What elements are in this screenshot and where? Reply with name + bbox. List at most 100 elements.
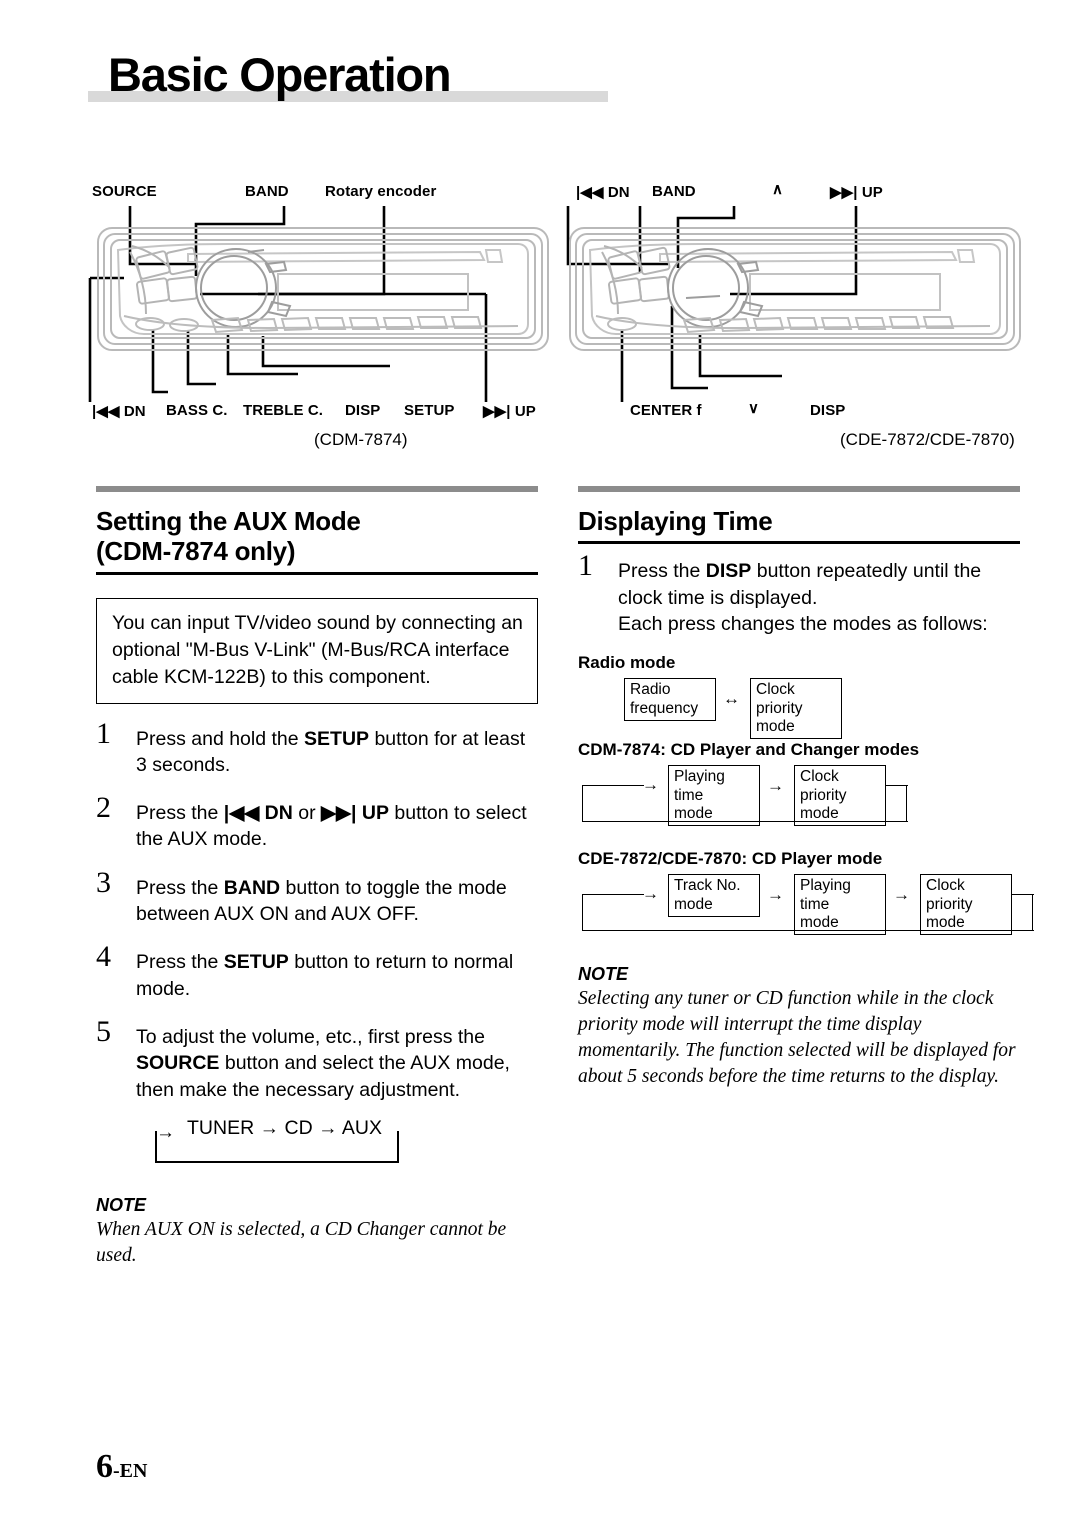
- flow-canvas: Radio frequency ↔ Clock priority mode: [578, 678, 1020, 740]
- callout-center-f: CENTER f: [630, 402, 702, 419]
- flow-box: Playing time mode: [794, 874, 886, 936]
- page-footer: 6-EN: [96, 1448, 147, 1486]
- right-heading-text: Displaying Time: [578, 506, 773, 536]
- flow-loop-right: [906, 785, 907, 822]
- left-unit-bottom-callouts: |◀◀ DN BASS C. TREBLE C. DISP SETUP ▶▶| …: [88, 402, 558, 428]
- step-emphasis: SETUP: [304, 727, 370, 750]
- flow-loop-entry: [582, 785, 644, 787]
- flow-loop-return: [886, 785, 908, 787]
- right-unit-bottom-callouts: CENTER f ∨ DISP: [560, 400, 1030, 428]
- callout-dn: |◀◀ DN: [92, 403, 146, 420]
- step-item: 5 To adjust the volume, etc., first press…: [96, 1017, 538, 1103]
- flow-loop-return: [1012, 894, 1034, 896]
- flow-arrow: →: [767, 885, 784, 905]
- step-emphasis: |◀◀ DN: [223, 802, 293, 825]
- flow-arrow: →: [893, 885, 910, 905]
- step-text: Press the SETUP button to return to norm…: [136, 951, 514, 1000]
- left-heading-line2: (CDM-7874 only): [96, 536, 296, 567]
- flow-group: CDE-7872/CDE-7870: CD Player mode Track N…: [578, 849, 1034, 942]
- mode-flow-diagrams: Radio mode Radio frequency ↔ Clock priority…: [578, 653, 1034, 942]
- step-item: 1 Press and hold the SETUP button for at …: [96, 718, 538, 779]
- flow-box: Clock priority mode: [920, 874, 1012, 936]
- step-text: Press the BAND button to toggle the mode…: [136, 876, 507, 926]
- displaying-time-steps-list: 1 Press the DISP button repeatedly until …: [578, 551, 1020, 637]
- flow-box: Playing time mode: [668, 765, 760, 827]
- callout-setup: SETUP: [404, 402, 455, 419]
- aux-info-box: You can input TV/video sound by connecti…: [96, 597, 538, 704]
- flow-arrow: ↔: [723, 689, 740, 709]
- left-unit-top-callouts: SOURCE BAND Rotary encoder: [88, 180, 558, 206]
- flow-label: Radio mode: [578, 653, 676, 673]
- step-emphasis: SOURCE: [136, 1052, 220, 1075]
- step-emphasis: SETUP: [223, 951, 289, 974]
- callout-treble-c: TREBLE C.: [243, 402, 324, 419]
- head-unit-cdm7874: SOURCE BAND Rotary encoder |◀◀ DN BASS C…: [88, 180, 558, 449]
- flow-box: Track No. mode: [668, 874, 760, 917]
- flow-label: CDE-7872/CDE-7870: CD Player mode: [578, 849, 883, 869]
- left-note-body: When AUX ON is selected, a CD Changer ca…: [96, 1218, 507, 1266]
- step-text: Press the |◀◀ DN or ▶▶| UP button to sel…: [136, 802, 527, 851]
- flow-box: Radio frequency: [624, 678, 716, 721]
- callout-up: ▶▶| UP: [483, 403, 536, 420]
- callout-disp: DISP: [345, 402, 381, 419]
- left-unit-model-caption: (CDM-7874): [314, 430, 408, 449]
- left-column: Setting the AUX Mode (CDM-7874 only) You…: [96, 498, 538, 1269]
- flow-arrow: →: [767, 776, 784, 796]
- flow-box: Clock priority mode: [794, 765, 886, 827]
- callout-band-right: BAND: [652, 183, 696, 200]
- step-item: 3 Press the BAND button to toggle the mod…: [96, 867, 538, 928]
- head-unit-cde7872-7870: |◀◀ DN BAND ∧ ▶▶| UP CENTER f ∨ DISP (CD…: [560, 180, 1030, 449]
- callout-dn-right: |◀◀ DN: [576, 184, 630, 201]
- right-unit-svg: [566, 206, 1021, 402]
- step-emphasis: BAND: [223, 876, 281, 899]
- left-note: NOTE When AUX ON is selected, a CD Chang…: [96, 1195, 538, 1269]
- aux-steps-list: 1 Press and hold the SETUP button for at …: [96, 718, 538, 1103]
- right-unit-model-caption: (CDE-7872/CDE-7870): [840, 430, 1015, 449]
- flow-loop-arrowhead: →: [642, 775, 659, 795]
- flow-loop-left: [582, 894, 583, 931]
- step-item: 4 Press the SETUP button to return to nor…: [96, 942, 538, 1002]
- step-text: To adjust the volume, etc., first press …: [136, 1026, 510, 1101]
- flow-loop-bottom: [582, 930, 1034, 932]
- step-number: 4: [96, 940, 111, 974]
- step-emphasis: ▶▶| UP: [321, 802, 389, 825]
- flow-loop-entry: [582, 894, 644, 896]
- flow-box: Clock priority mode: [750, 678, 842, 740]
- flow-loop-arrowhead: →: [642, 884, 659, 904]
- step-emphasis: DISP: [705, 560, 752, 583]
- right-section-rule: [578, 486, 1020, 492]
- right-note-body: Selecting any tuner or CD function while…: [578, 988, 1016, 1088]
- left-section-heading: Setting the AUX Mode (CDM-7874 only): [96, 498, 538, 575]
- callout-disp-right: DISP: [810, 402, 846, 419]
- flow-loop-right: [1032, 894, 1033, 931]
- page-title: Basic Operation: [108, 48, 452, 101]
- step-extra-line: Each press changes the modes as follows:: [618, 613, 988, 636]
- step-item: 1 Press the DISP button repeatedly until …: [578, 551, 1020, 637]
- right-column: Displaying Time 1 Press the DISP button r…: [578, 498, 1034, 1090]
- head-unit-diagrams: SOURCE BAND Rotary encoder |◀◀ DN BASS C…: [0, 180, 1080, 470]
- left-unit-svg: [88, 206, 549, 402]
- page-header: Basic Operation: [88, 51, 993, 115]
- step-item: 2 Press the |◀◀ DN or ▶▶| UP button to se…: [96, 793, 538, 853]
- step-number: 1: [578, 549, 593, 583]
- callout-bass-c: BASS C.: [166, 402, 228, 419]
- left-heading-line1: Setting the AUX Mode: [96, 506, 361, 536]
- flow-canvas: Playing time mode → Clock priority mode →: [578, 765, 1020, 833]
- step-number: 1: [96, 716, 111, 750]
- callout-band: BAND: [245, 183, 289, 200]
- source-cycle-diagram: → TUNER → CD → AUX: [154, 1117, 414, 1167]
- flow-loop-bottom: [582, 821, 908, 823]
- callout-up-right: ▶▶| UP: [830, 184, 883, 201]
- callout-up-arrow: ∧: [772, 181, 784, 198]
- source-cycle-loop-line: [155, 1130, 399, 1163]
- footer-language-code: -EN: [113, 1460, 148, 1482]
- step-number: 2: [96, 791, 111, 825]
- flow-loop-left: [582, 785, 583, 822]
- callout-rotary-encoder: Rotary encoder: [325, 183, 437, 200]
- flow-label: CDM-7874: CD Player and Changer modes: [578, 740, 920, 760]
- step-number: 5: [96, 1015, 111, 1049]
- left-section-rule: [96, 486, 538, 492]
- step-text: Press and hold the SETUP button for at l…: [136, 727, 526, 776]
- flow-group: CDM-7874: CD Player and Changer modes Pla…: [578, 740, 1020, 833]
- right-note: NOTE Selecting any tuner or CD function …: [578, 964, 1020, 1090]
